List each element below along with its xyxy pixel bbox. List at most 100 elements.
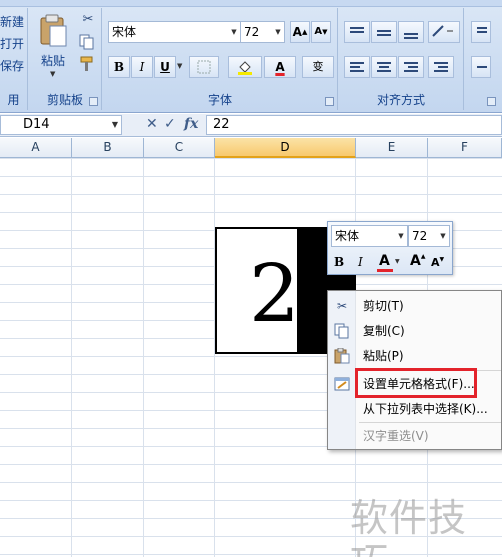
shrink-font-button[interactable]: A▼ [311, 21, 331, 43]
bold-button[interactable]: B [108, 56, 130, 78]
insert-function-button[interactable]: fx [184, 115, 198, 133]
menu-item-hanzi-reconvert: 汉字重选(V) [328, 424, 502, 448]
copy-icon [334, 323, 350, 339]
mini-grow-font-button[interactable]: A▲ [410, 253, 425, 269]
font-size-value: 72 [244, 25, 260, 39]
font-group: 宋体 ▼ 72 ▼ A▲ A▼ B I U ▼ A 变 字体 [103, 8, 338, 110]
chevron-down-icon[interactable]: ▼ [177, 62, 182, 70]
decrease-indent-button[interactable] [428, 56, 454, 78]
menu-item-label: 粘贴(P) [363, 349, 404, 363]
phonetic-button[interactable]: 变 [302, 56, 334, 78]
font-group-label: 字体 [207, 93, 232, 107]
chevron-down-icon: ▼ [275, 28, 281, 36]
font-color-swatch [377, 269, 393, 272]
menu-item-label: 从下拉列表中选择(K)... [363, 402, 488, 416]
partial-right-group [465, 8, 502, 110]
font-name-dropdown[interactable]: 宋体 ▼ [108, 21, 241, 43]
grow-font-button[interactable]: A▲ [290, 21, 310, 43]
scissors-icon: ✂ [336, 299, 348, 313]
font-color-icon: A [379, 253, 390, 269]
save-button[interactable]: 保存 [0, 56, 26, 76]
paste-icon [334, 347, 350, 364]
menu-item-pick-from-list[interactable]: 从下拉列表中选择(K)... [328, 397, 502, 421]
file-group: 新建 打开 保存 用 [0, 8, 28, 110]
paste-icon [40, 14, 67, 47]
font-launcher-icon[interactable] [325, 97, 334, 106]
column-header-e[interactable]: E [356, 138, 428, 158]
font-size-dropdown[interactable]: 72 ▼ [240, 21, 285, 43]
mini-bold-button[interactable]: B [334, 255, 344, 269]
format-cells-icon [334, 376, 350, 392]
name-box[interactable]: D14 ▼ [0, 115, 122, 135]
clipboard-group: 粘贴 ▼ ✂ 剪贴板 [29, 8, 102, 110]
column-header-c[interactable]: C [144, 138, 215, 158]
mini-font-name-value: 宋体 [335, 229, 360, 243]
column-header-d[interactable]: D [215, 138, 356, 158]
column-header-f[interactable]: F [428, 138, 502, 158]
fill-bucket-icon [238, 61, 252, 75]
column-header-b[interactable]: B [72, 138, 144, 158]
enter-icon[interactable]: ✓ [164, 115, 176, 133]
alignment-group: 对齐方式 [339, 8, 464, 110]
menu-item-paste[interactable]: 粘贴(P) [328, 344, 502, 368]
menu-item-label: 汉字重选(V) [363, 429, 429, 443]
align-right-button[interactable] [398, 56, 424, 78]
align-center-button[interactable] [371, 56, 397, 78]
mini-font-size-value: 72 [412, 229, 428, 243]
grow-font-icon: A [292, 25, 302, 39]
formula-input[interactable]: 22 [206, 115, 502, 135]
chevron-down-icon[interactable]: ▼ [112, 116, 118, 134]
menu-item-copy[interactable]: 复制(C) [328, 319, 502, 343]
grid-line [214, 158, 215, 557]
shrink-font-icon: A [314, 26, 323, 37]
chevron-down-icon: ▼ [398, 232, 404, 240]
merge-button[interactable] [471, 56, 491, 78]
chevron-down-icon: ▼ [50, 70, 56, 78]
italic-button[interactable]: I [131, 56, 153, 78]
font-color-button[interactable]: A [264, 56, 296, 78]
column-header-a[interactable]: A [0, 138, 72, 158]
cancel-icon[interactable]: ✕ [146, 115, 158, 133]
clipboard-launcher-icon[interactable] [89, 97, 98, 106]
mini-shrink-font-button[interactable]: A▼ [431, 256, 444, 269]
grid-line [143, 158, 144, 557]
fill-color-button[interactable] [228, 56, 262, 78]
top-align-button[interactable] [344, 21, 370, 43]
alignment-launcher-icon[interactable] [487, 97, 496, 106]
mini-font-size-dropdown[interactable]: 72 ▼ [408, 225, 450, 247]
highlight-annotation [355, 368, 477, 398]
format-painter-icon[interactable] [79, 56, 97, 74]
name-box-value: D14 [23, 117, 50, 132]
borders-button[interactable] [189, 56, 219, 78]
menu-item-label: 复制(C) [363, 324, 405, 338]
mini-italic-button[interactable]: I [358, 255, 363, 269]
new-button[interactable]: 新建 [0, 12, 26, 32]
cut-icon[interactable]: ✂ [79, 12, 97, 30]
ribbon-tab-strip [0, 0, 502, 7]
formula-actions: ✕ ✓ fx [126, 115, 204, 135]
chevron-down-icon: ▼ [231, 28, 237, 36]
align-left-button[interactable] [344, 56, 370, 78]
bottom-align-button[interactable] [398, 21, 424, 43]
mini-toolbar: 宋体 ▼ 72 ▼ B I A ▼ A▲ A▼ [327, 221, 453, 275]
orientation-button[interactable] [428, 21, 460, 43]
mini-font-name-dropdown[interactable]: 宋体 ▼ [331, 225, 408, 247]
formula-bar: D14 ▼ ✕ ✓ fx 22 [0, 114, 502, 137]
file-group-label: 用 [7, 93, 20, 107]
chevron-down-icon[interactable]: ▼ [395, 258, 400, 265]
paste-button[interactable]: 粘贴 ▼ [35, 12, 71, 84]
open-button[interactable]: 打开 [0, 34, 26, 54]
chevron-down-icon: ▼ [440, 232, 446, 240]
mini-font-color-button[interactable]: A [377, 252, 393, 272]
orientation-icon [432, 25, 453, 37]
grid-line [71, 158, 72, 557]
underline-button[interactable]: U [154, 56, 176, 78]
menu-separator [359, 422, 501, 423]
copy-icon[interactable] [79, 34, 97, 52]
font-color-icon: A [275, 60, 285, 74]
middle-align-button[interactable] [371, 21, 397, 43]
wrap-text-button[interactable] [471, 21, 491, 43]
menu-item-label: 剪切(T) [363, 299, 404, 313]
paste-label: 粘贴 [41, 54, 66, 68]
menu-item-cut[interactable]: ✂ 剪切(T) [328, 294, 502, 318]
